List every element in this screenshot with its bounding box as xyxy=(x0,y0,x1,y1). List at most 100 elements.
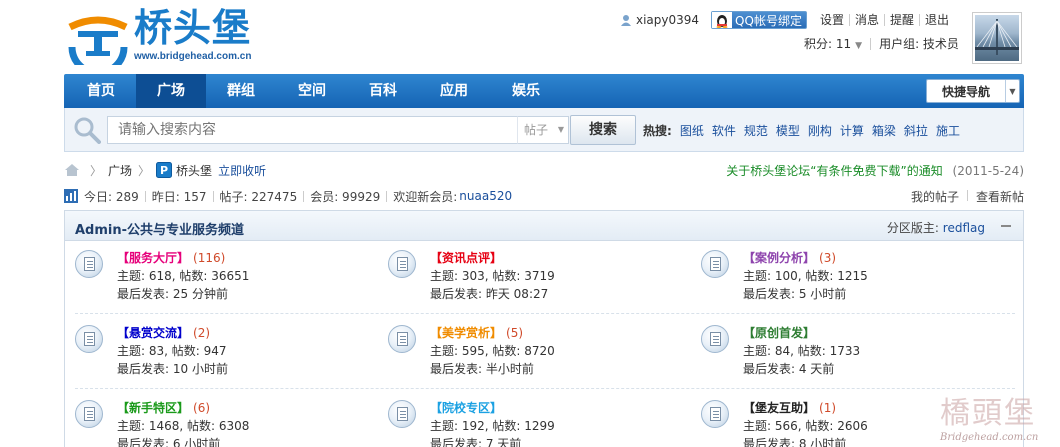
forum-last-post[interactable]: 最后发表: 10 小时前 xyxy=(117,360,228,377)
nav-wiki[interactable]: 百科 xyxy=(348,74,418,108)
quick-nav-button[interactable]: 快捷导航 ▼ xyxy=(926,79,1020,103)
quick-nav-label: 快捷导航 xyxy=(941,84,990,99)
chevron-down-icon: ▼ xyxy=(557,125,564,134)
qq-bind-label: QQ帐号绑定 xyxy=(735,13,802,28)
hot-search-link[interactable]: 箱梁 xyxy=(872,122,896,139)
user-status-bar: 积分: 11 ▼ 用户组: 技术员 xyxy=(804,35,959,52)
post-links: 我的帖子 查看新帖 xyxy=(911,188,1024,205)
forum-name-link[interactable]: 【新手特区】 (6) xyxy=(117,399,210,416)
hot-search-link[interactable]: 模型 xyxy=(776,122,800,139)
stat-today: 今日: 289 xyxy=(84,189,139,204)
forum-name: 【堡友互助】 xyxy=(743,401,816,415)
site-url: www.bridgehead.com.cn xyxy=(134,51,252,62)
collapse-icon[interactable] xyxy=(1001,225,1011,227)
page-header: 桥头堡 www.bridgehead.com.cn xiapy0394 QQ帐号… xyxy=(0,0,1060,74)
stat-members: 会员: 99929 xyxy=(310,189,381,204)
moderator-label: 分区版主: xyxy=(886,221,939,235)
new-posts-link[interactable]: 查看新帖 xyxy=(976,188,1024,205)
points-label: 积分: 11 xyxy=(804,37,852,51)
hot-search-link[interactable]: 软件 xyxy=(712,122,736,139)
forum-last-post[interactable]: 最后发表: 昨天 08:27 xyxy=(430,285,548,302)
site-stats: 今日: 289 昨日: 157 帖子: 227475 会员: 99929 欢迎新… xyxy=(64,186,1024,206)
forum-name-link[interactable]: 【服务大厅】 (116) xyxy=(117,249,225,266)
nav-entertainment[interactable]: 娱乐 xyxy=(491,74,561,108)
divider xyxy=(386,190,388,202)
hot-search-link[interactable]: 规范 xyxy=(744,122,768,139)
hot-search-link[interactable]: 斜拉 xyxy=(904,122,928,139)
forum-last-post[interactable]: 最后发表: 7 天前 xyxy=(430,435,521,447)
forum-stats: 主题: 566, 帖数: 2606 xyxy=(743,419,868,433)
hot-search-link[interactable]: 图纸 xyxy=(680,122,704,139)
username-link[interactable]: xiapy0394 xyxy=(636,13,699,27)
breadcrumb-square[interactable]: 广场 xyxy=(108,162,132,179)
forum-icon xyxy=(701,250,729,278)
notifications-link[interactable]: 提醒 xyxy=(883,14,919,26)
forum-last-post[interactable]: 最后发表: 5 小时前 xyxy=(743,285,846,302)
forum-last-post[interactable]: 最后发表: 4 天前 xyxy=(743,360,834,377)
forum-item[interactable]: 【案例分析】 (3) 主题: 100, 帖数: 1215 最后发表: 5 小时前 xyxy=(691,247,991,313)
points-dropdown[interactable]: 积分: 11 ▼ xyxy=(804,35,862,52)
site-logo[interactable]: 桥头堡 www.bridgehead.com.cn xyxy=(66,5,256,67)
forum-name-link[interactable]: 【悬赏交流】 (2) xyxy=(117,324,210,341)
avatar[interactable] xyxy=(972,12,1022,64)
forum-name-link[interactable]: 【案例分析】 (3) xyxy=(743,249,836,266)
settings-link[interactable]: 设置 xyxy=(815,14,849,26)
follow-link[interactable]: 立即收听 xyxy=(218,162,266,179)
forum-icon xyxy=(388,250,416,278)
forum-logo-icon: P xyxy=(156,162,173,178)
forum-last-post[interactable]: 最后发表: 6 小时前 xyxy=(117,435,220,447)
messages-link[interactable]: 消息 xyxy=(848,14,884,26)
new-member-link[interactable]: nuaa520 xyxy=(459,189,512,203)
chevron-down-icon: ▼ xyxy=(855,41,863,51)
search-input[interactable] xyxy=(107,116,519,144)
category-moderator: 分区版主: redflag xyxy=(887,219,985,236)
watermark-url: Bridgehead.com.cn xyxy=(940,432,1039,443)
forum-name-link[interactable]: 【原创首发】 xyxy=(743,324,819,341)
forum-last-post[interactable]: 最后发表: 半小时前 xyxy=(430,360,534,377)
nav-groups[interactable]: 群组 xyxy=(206,74,276,108)
divider xyxy=(212,190,214,202)
my-posts-link[interactable]: 我的帖子 xyxy=(911,188,959,205)
announcement-link[interactable]: 关于桥头堡论坛“有条件免费下载”的通知 xyxy=(726,164,942,178)
forum-name-link[interactable]: 【堡友互助】 (1) xyxy=(743,399,836,416)
forum-name-link[interactable]: 【资讯点评】 xyxy=(430,249,506,266)
category-title[interactable]: Admin-公共与专业服务频道 xyxy=(75,219,244,238)
forum-item[interactable]: 【服务大厅】 (116) 主题: 618, 帖数: 36651 最后发表: 25 分钟… xyxy=(65,247,365,313)
stat-welcome: 欢迎新会员: xyxy=(393,189,458,204)
nav-space[interactable]: 空间 xyxy=(277,74,347,108)
forum-name: 【原创首发】 xyxy=(743,326,816,340)
search-type-select[interactable]: 帖子 ▼ xyxy=(517,116,569,144)
forum-name-link[interactable]: 【院校专区】 xyxy=(430,399,506,416)
qq-bind-button[interactable]: QQ帐号绑定 xyxy=(711,11,807,29)
moderator-link[interactable]: redflag xyxy=(943,221,985,235)
search-button[interactable]: 搜索 xyxy=(570,115,636,145)
hot-search-label: 热搜: xyxy=(643,124,672,138)
user-group-link[interactable]: 用户组: 技术员 xyxy=(879,35,959,52)
home-icon[interactable] xyxy=(64,163,80,177)
forum-item[interactable]: 【新手特区】 (6) 主题: 1468, 帖数: 6308 最后发表: 6 小时前 xyxy=(65,397,365,447)
forum-item[interactable]: 【院校专区】 主题: 192, 帖数: 1299 最后发表: 7 天前 xyxy=(378,397,678,447)
user-icon xyxy=(621,15,631,26)
forum-item[interactable]: 【原创首发】 主题: 84, 帖数: 1733 最后发表: 4 天前 xyxy=(691,322,991,388)
hot-search-link[interactable]: 刚构 xyxy=(808,122,832,139)
hot-search-link[interactable]: 施工 xyxy=(936,122,960,139)
forum-icon xyxy=(388,325,416,353)
svg-text:P: P xyxy=(160,164,168,177)
logout-link[interactable]: 退出 xyxy=(919,14,954,26)
bar-chart-icon xyxy=(64,189,78,203)
forum-name-link[interactable]: 【美学赏析】 (5) xyxy=(430,324,523,341)
forum-stats: 主题: 595, 帖数: 8720 xyxy=(430,344,555,358)
forum-new-count: (1) xyxy=(819,401,837,415)
forum-item[interactable]: 【资讯点评】 主题: 303, 帖数: 3719 最后发表: 昨天 08:27 xyxy=(378,247,678,313)
nav-home[interactable]: 首页 xyxy=(66,74,136,108)
hot-search-link[interactable]: 计算 xyxy=(840,122,864,139)
forum-item[interactable]: 【美学赏析】 (5) 主题: 595, 帖数: 8720 最后发表: 半小时前 xyxy=(378,322,678,388)
breadcrumb-forum[interactable]: 桥头堡 xyxy=(176,162,212,179)
forum-item[interactable]: 【悬赏交流】 (2) 主题: 83, 帖数: 947 最后发表: 10 小时前 xyxy=(65,322,365,388)
forum-last-post[interactable]: 最后发表: 25 分钟前 xyxy=(117,285,228,302)
forum-name: 【新手特区】 xyxy=(117,401,190,415)
nav-square[interactable]: 广场 xyxy=(136,74,206,108)
nav-apps[interactable]: 应用 xyxy=(419,74,489,108)
forum-last-post[interactable]: 最后发表: 8 小时前 xyxy=(743,435,846,447)
chevron-down-icon: ▼ xyxy=(1005,80,1019,102)
